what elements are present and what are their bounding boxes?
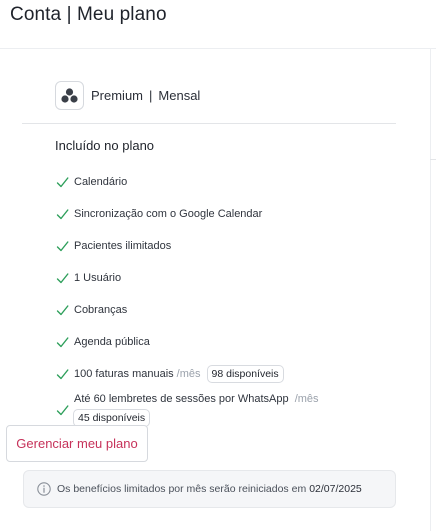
check-icon xyxy=(56,304,69,315)
feature-per-month: /mês xyxy=(176,368,201,380)
page-title: Conta | Meu plano xyxy=(10,4,167,25)
feature-item: Agenda pública xyxy=(56,326,386,358)
notice-date: 02/07/2025 xyxy=(309,483,362,495)
feature-label: 1 Usuário xyxy=(74,272,122,284)
feature-item: 1 Usuário xyxy=(56,262,386,294)
feature-item: Calendário xyxy=(56,166,386,198)
check-icon xyxy=(56,336,69,347)
plan-name: Premium xyxy=(91,88,144,103)
panel-right-border xyxy=(430,48,431,531)
plan-summary: Premium | Mensal xyxy=(91,88,200,103)
check-icon xyxy=(56,404,69,415)
cluster-icon xyxy=(55,81,84,110)
check-icon xyxy=(56,176,69,187)
feature-item: Sincronização com o Google Calendar xyxy=(56,198,386,230)
feature-per-month: /mês xyxy=(294,393,319,405)
check-icon xyxy=(56,240,69,251)
included-section-title: Incluído no plano xyxy=(55,138,155,153)
notice-text: Os benefícios limitados por mês serão re… xyxy=(57,483,307,495)
feature-label: Sincronização com o Google Calendar xyxy=(74,208,263,220)
plan-header: Premium | Mensal xyxy=(55,81,200,110)
check-icon xyxy=(56,368,69,379)
account-plan-page: Conta | Meu plano Premium | Mensal Inclu… xyxy=(0,0,436,531)
feature-item: 100 faturas manuais /mês 98 disponíveis xyxy=(56,358,386,390)
feature-label: Pacientes ilimitados xyxy=(74,240,172,252)
availability-badge: 98 disponíveis xyxy=(206,365,284,383)
feature-item: Cobranças xyxy=(56,294,386,326)
feature-list: Calendário Sincronização com o Google Ca… xyxy=(56,166,386,430)
feature-label: Cobranças xyxy=(74,304,128,316)
feature-item: Pacientes ilimitados xyxy=(56,230,386,262)
panel-edge-tick xyxy=(430,159,436,160)
feature-item: Até 60 lembretes de sessões por WhatsApp… xyxy=(56,390,386,430)
reset-notice: Os benefícios limitados por mês serão re… xyxy=(23,470,396,508)
check-icon xyxy=(56,208,69,219)
plan-separator: | xyxy=(149,88,153,103)
feature-label: Calendário xyxy=(74,176,128,188)
feature-text-block: Até 60 lembretes de sessões por WhatsApp… xyxy=(73,393,319,427)
manage-plan-button[interactable]: Gerenciar meu plano xyxy=(6,425,148,462)
header-divider xyxy=(0,48,436,49)
feature-label: Até 60 lembretes de sessões por WhatsApp xyxy=(74,393,289,405)
feature-label: Agenda pública xyxy=(74,336,150,348)
info-icon xyxy=(37,482,51,496)
check-icon xyxy=(56,272,69,283)
plan-divider xyxy=(22,123,396,124)
feature-label: 100 faturas manuais xyxy=(74,368,174,380)
plan-period: Mensal xyxy=(158,88,201,103)
